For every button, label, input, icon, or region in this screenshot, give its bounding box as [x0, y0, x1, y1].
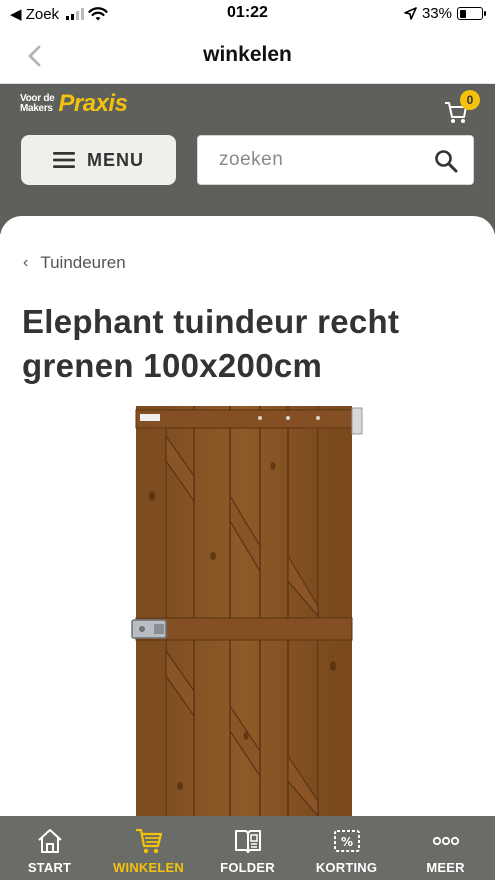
- tab-meer-label: MEER: [426, 860, 465, 875]
- svg-text:%: %: [340, 835, 352, 849]
- home-icon: [37, 829, 62, 853]
- location-arrow-icon: [404, 7, 417, 20]
- logo-tagline-line2: Makers: [20, 103, 53, 114]
- menu-button[interactable]: MENU: [21, 135, 176, 185]
- tab-start-label: START: [27, 860, 72, 875]
- praxis-logo[interactable]: Voor de Makers Praxis: [20, 90, 128, 118]
- logo-wordmark: Praxis: [58, 90, 128, 117]
- product-image[interactable]: [128, 406, 368, 816]
- menu-button-label: MENU: [87, 149, 144, 170]
- status-right: 33%: [404, 5, 486, 22]
- battery-percent: 33%: [421, 5, 452, 22]
- search-input[interactable]: [198, 136, 428, 184]
- hamburger-icon: [53, 152, 75, 168]
- logo-tagline: Voor de Makers: [20, 94, 55, 114]
- tab-winkelen-label: WINKELEN: [113, 860, 184, 875]
- folder-book-icon: [234, 830, 261, 853]
- more-dots-icon: [432, 836, 459, 846]
- tab-korting[interactable]: % KORTING: [297, 816, 396, 880]
- product-title: Elephant tuindeur recht grenen 100x200cm: [22, 303, 400, 384]
- status-bar: ◀ Zoek 01:22 33%: [0, 0, 495, 28]
- search-icon[interactable]: [433, 148, 459, 174]
- tab-meer[interactable]: MEER: [396, 816, 495, 880]
- battery-icon: [457, 7, 486, 20]
- breadcrumb-chevron-icon: ‹: [23, 254, 29, 271]
- product-content: ‹ Tuindeuren Elephant tuindeur recht gre…: [0, 216, 495, 816]
- bottom-tab-bar: START WINKELEN FOLDER % KORTING MEER: [0, 816, 495, 880]
- cart-button[interactable]: 0: [443, 90, 483, 124]
- praxis-header: Voor de Makers Praxis 0 MENU: [0, 84, 495, 234]
- tab-korting-label: KORTING: [315, 860, 378, 875]
- cart-icon: [135, 828, 162, 854]
- breadcrumb-label: Tuindeuren: [40, 253, 126, 272]
- search-box: [197, 135, 474, 185]
- cart-count-badge: 0: [460, 90, 480, 110]
- tab-start[interactable]: START: [0, 816, 99, 880]
- breadcrumb[interactable]: ‹ Tuindeuren: [23, 253, 126, 273]
- page-title: winkelen: [203, 43, 292, 66]
- tab-folder-label: FOLDER: [220, 860, 275, 875]
- nav-header: winkelen: [0, 28, 495, 84]
- tab-winkelen[interactable]: WINKELEN: [99, 816, 198, 880]
- discount-tag-icon: %: [333, 830, 360, 852]
- tab-folder[interactable]: FOLDER: [198, 816, 297, 880]
